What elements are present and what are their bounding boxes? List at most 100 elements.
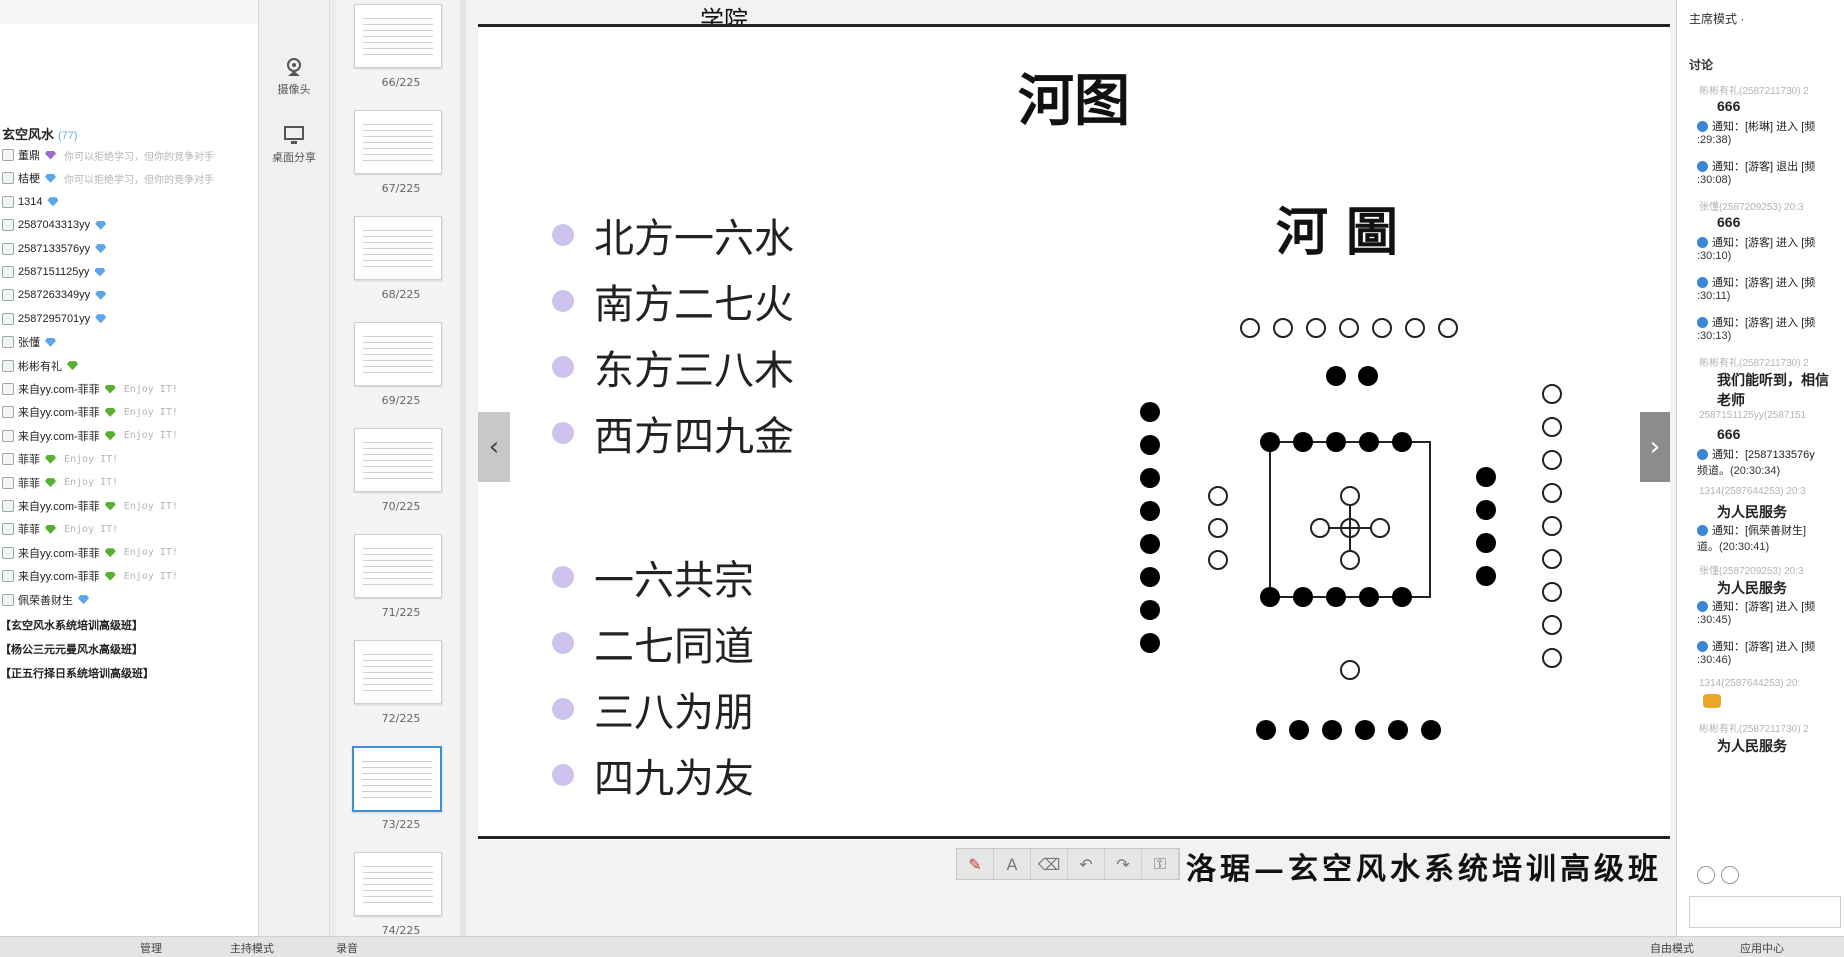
- bullet-text: 四九为友: [594, 756, 754, 802]
- system-notice: 通知：[游客] 退出 [频: [1697, 158, 1815, 174]
- thumbnail-preview: [363, 121, 433, 161]
- vip-badge-icon: [95, 290, 107, 300]
- redo-icon[interactable]: ↷: [1105, 849, 1142, 879]
- bullet-dot: [552, 356, 574, 378]
- slide-thumbnail-strip: 66/225 67/225 68/225 69/225 70/225 71/225 72/2…: [336, 0, 467, 936]
- vip-badge-icon: [104, 431, 116, 441]
- camera-label: 摄像头: [277, 83, 311, 96]
- member-row[interactable]: 张懂: [2, 333, 56, 351]
- status-manage[interactable]: 管理: [140, 940, 162, 956]
- camera-button[interactable]: 摄像头: [259, 56, 329, 97]
- status-app-center[interactable]: 应用中心: [1740, 940, 1784, 956]
- slide-thumbnail[interactable]: [354, 640, 442, 704]
- bullet-text: 东方三八木: [594, 348, 794, 394]
- message-sender: 张懂(2587209253) 20:3: [1699, 202, 1804, 213]
- member-row[interactable]: 2587263349yy: [2, 286, 107, 304]
- info-icon: [1697, 120, 1708, 132]
- next-slide-button[interactable]: ›: [1640, 412, 1670, 482]
- undo-icon[interactable]: ↶: [1068, 849, 1105, 879]
- vip-badge-icon: [45, 478, 56, 488]
- member-row[interactable]: 来自yy.com-菲菲 Enjoy IT!: [2, 567, 178, 585]
- slide-thumbnail[interactable]: [354, 534, 442, 598]
- status-free-mode[interactable]: 自由模式: [1650, 940, 1694, 956]
- info-icon: [1697, 640, 1708, 652]
- member-row[interactable]: 彬彬有礼: [2, 357, 78, 375]
- thumbnail-page-label: 74/225: [381, 924, 421, 936]
- slide-thumbnail[interactable]: [354, 322, 442, 386]
- notice-timestamp: :29:38): [1697, 134, 1732, 146]
- member-row[interactable]: 董鼎 你可以拒绝学习，但你的竞争对手: [2, 146, 214, 164]
- emoji-picker-icon[interactable]: [1697, 866, 1715, 884]
- pen-icon[interactable]: ✎: [957, 849, 994, 879]
- member-row[interactable]: 2587043313yy: [2, 216, 107, 234]
- eraser-icon[interactable]: ⌫: [1031, 849, 1068, 879]
- member-row[interactable]: 佩荣善财生: [2, 591, 89, 609]
- tool-column: 摄像头 桌面分享: [259, 0, 330, 936]
- member-row[interactable]: 来自yy.com-菲菲 Enjoy IT!: [2, 403, 178, 421]
- slide-thumbnail[interactable]: [354, 216, 442, 280]
- vip-badge-icon: [45, 337, 56, 347]
- slide-thumbnail[interactable]: [354, 428, 442, 492]
- message-sender: 2587151125yy(2587151: [1699, 410, 1807, 421]
- thumbnail-page-label: 70/225: [381, 500, 421, 513]
- info-icon: [1697, 316, 1708, 328]
- sub-channel-link[interactable]: 【杨公三元元曼风水高级班】: [0, 641, 143, 657]
- member-row[interactable]: 来自yy.com-菲菲 Enjoy IT!: [2, 380, 178, 398]
- monitor-icon: [283, 124, 305, 146]
- bullet-text: 二七同道: [594, 624, 754, 670]
- slide-thumbnail[interactable]: [352, 746, 442, 812]
- slide-thumbnail[interactable]: [354, 110, 442, 174]
- chat-input[interactable]: [1689, 896, 1841, 928]
- member-name: 2587133576yy: [18, 242, 91, 255]
- member-row[interactable]: 2587133576yy: [2, 240, 107, 258]
- system-notice: 通知：[游客] 进入 [频: [1697, 638, 1815, 654]
- chevron-left-icon: ‹: [488, 432, 500, 462]
- screen-share-button[interactable]: 桌面分享: [259, 124, 329, 165]
- member-signature: Enjoy IT!: [123, 570, 178, 582]
- notice-text: 通知：[游客] 进入 [频: [1712, 237, 1816, 249]
- member-row[interactable]: 1314: [2, 193, 59, 211]
- member-row[interactable]: 来自yy.com-菲菲 Enjoy IT!: [2, 427, 178, 445]
- system-notice: 通知：[游客] 进入 [频: [1697, 234, 1815, 250]
- thumbnail-page-label: 72/225: [381, 712, 421, 725]
- system-notice: 通知：[佩荣善财生]: [1697, 522, 1806, 538]
- member-row[interactable]: 菲菲 Enjoy IT!: [2, 450, 118, 468]
- notice-timestamp: :30:13): [1697, 330, 1732, 342]
- text-icon[interactable]: A: [994, 849, 1031, 879]
- member-row[interactable]: 桔梗 你可以拒绝学习，但你的竞争对手: [2, 169, 214, 187]
- member-row[interactable]: 来自yy.com-菲菲 Enjoy IT!: [2, 497, 178, 515]
- bullet-item: 一六共宗: [552, 548, 754, 606]
- slide-thumbnail[interactable]: [354, 4, 442, 68]
- status-record[interactable]: 录音: [336, 940, 358, 956]
- message-body: 老师: [1717, 392, 1745, 408]
- member-row[interactable]: 菲菲 Enjoy IT!: [2, 474, 118, 492]
- member-name: 来自yy.com-菲菲: [18, 430, 100, 443]
- vip-badge-icon: [45, 150, 56, 160]
- bullet-dot: [552, 764, 574, 786]
- member-row[interactable]: 2587151125yy: [2, 263, 106, 281]
- status-bar: 管理 主持模式 录音 自由模式 应用中心: [0, 936, 1844, 957]
- user-icon: [2, 219, 14, 232]
- camera-icon: [283, 56, 305, 78]
- lock-icon[interactable]: ⚿: [1142, 849, 1179, 879]
- vip-badge-icon: [95, 314, 107, 324]
- channel-title[interactable]: 玄空风水 (77): [2, 124, 78, 143]
- member-row[interactable]: 来自yy.com-菲菲 Enjoy IT!: [2, 544, 178, 562]
- member-row[interactable]: 2587295701yy: [2, 310, 107, 328]
- flower-icon[interactable]: [1721, 866, 1739, 884]
- user-icon: [2, 429, 14, 442]
- info-icon: [1697, 276, 1708, 288]
- user-icon: [2, 359, 14, 372]
- previous-slide-button[interactable]: ‹: [478, 412, 510, 482]
- sub-channel-link[interactable]: 【玄空风水系统培训高级班】: [0, 617, 143, 633]
- chat-mode-selector[interactable]: 主席模式 ·: [1689, 10, 1744, 27]
- notice-timestamp: 频道。(20:30:34): [1697, 465, 1781, 477]
- member-row[interactable]: 菲菲 Enjoy IT!: [2, 520, 118, 538]
- thumbnail-preview: [363, 651, 433, 691]
- slide-thumbnail[interactable]: [354, 852, 442, 916]
- thumbnail-preview: [363, 439, 433, 479]
- status-host-mode[interactable]: 主持模式: [230, 940, 274, 956]
- sub-channel-link[interactable]: 【正五行择日系统培训高级班】: [0, 665, 154, 681]
- system-notice: 通知：[游客] 进入 [频: [1697, 274, 1815, 290]
- panel-top-band: [0, 0, 258, 24]
